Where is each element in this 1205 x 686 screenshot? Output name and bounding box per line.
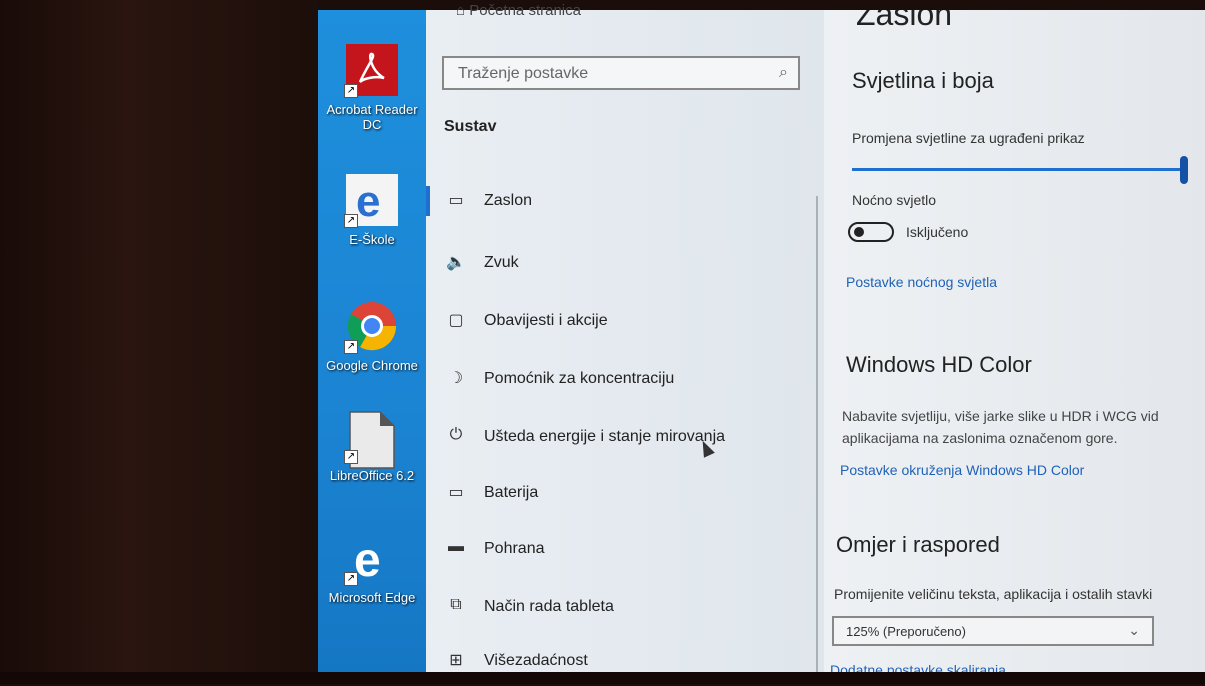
scale-label: Promijenite veličinu teksta, aplikacija … [834, 586, 1153, 602]
speaker-icon: 🔈 [446, 254, 466, 271]
night-light-state: Isključeno [906, 224, 969, 240]
monitor-bezel [0, 0, 318, 684]
nav-item-label: Višezadaćnost [484, 652, 588, 669]
desktop-icon-label: Google Chrome [326, 358, 418, 373]
brightness-slider-thumb[interactable] [1180, 156, 1188, 184]
scale-dropdown[interactable]: 125% (Preporučeno) ⌄ [832, 616, 1154, 646]
tablet-icon: ⧉ [450, 596, 462, 613]
multitask-icon: ⊞ [449, 652, 463, 669]
nav-item-tablet[interactable]: ⧉ Način rada tableta [426, 584, 824, 632]
nav-item-label: Zaslon [484, 192, 533, 209]
pane-divider [816, 196, 818, 672]
nav-section-title: Sustav [444, 118, 497, 135]
nav-item-zvuk[interactable]: 🔈 Zvuk [426, 240, 824, 288]
desktop: ↗ Acrobat Reader DC e ↗ E-Škole ↗ Google… [318, 10, 426, 672]
nav-item-ustеda-energije[interactable]: ⏻ Ušteda energije i stanje mirovanja [426, 414, 824, 462]
hdr-description-2: aplikacijama na zaslonima označenom gore… [842, 430, 1118, 446]
edge-icon: e ↗ [344, 532, 398, 587]
monitor-bezel-bottom [0, 672, 1205, 684]
desktop-icon-chrome[interactable]: ↗ Google Chrome [318, 300, 426, 373]
nav-item-label: Obavijesti i akcije [484, 312, 608, 329]
nav-item-label: Pomoćnik za koncentraciju [484, 370, 675, 387]
night-light-label: Noćno svjetlo [852, 192, 937, 208]
search-placeholder: Traženje postavke [458, 65, 589, 82]
search-input[interactable]: Traženje postavke ⌕ [442, 56, 800, 90]
night-light-toggle[interactable] [848, 222, 894, 242]
svg-text:e: e [356, 177, 380, 226]
brightness-label: Promjena svjetline za ugrađeni prikaz [852, 130, 1085, 146]
settings-nav: ⌂ Početna stranica Traženje postavke ⌕ S… [426, 2, 824, 672]
nav-item-label: Ušteda energije i stanje mirovanja [484, 428, 726, 445]
desktop-icon-label: Microsoft Edge [328, 590, 416, 605]
hdr-settings-link[interactable]: Postavke okruženja Windows HD Color [840, 462, 1084, 478]
night-light-settings-link[interactable]: Postavke noćnog svjetla [846, 274, 997, 290]
scale-heading: Omjer i raspored [836, 532, 1000, 557]
chevron-down-icon: ⌄ [1128, 622, 1140, 638]
desktop-icon-label: Acrobat Reader DC [326, 102, 418, 132]
display-icon: ▭ [448, 192, 464, 209]
nav-home[interactable]: ⌂ Početna stranica [456, 2, 581, 19]
brightness-heading: Svjetlina i boja [852, 68, 994, 93]
home-icon: ⌂ [456, 2, 466, 19]
nav-item-label: Baterija [484, 484, 539, 501]
hdr-heading: Windows HD Color [846, 352, 1032, 377]
nav-item-label: Pohrana [484, 540, 545, 557]
desktop-icon-label: E-Škole [349, 232, 395, 247]
brightness-slider-track[interactable] [852, 168, 1184, 171]
nav-item-baterija[interactable]: ▭ Baterija [426, 470, 824, 518]
nav-item-koncentracija[interactable]: ☽ Pomoćnik za koncentraciju [426, 356, 824, 404]
battery-icon: ▭ [448, 484, 464, 501]
hdr-description-1: Nabavite svjetliju, više jarke slike u H… [842, 408, 1159, 424]
desktop-icon-label: LibreOffice 6.2 [329, 468, 415, 483]
libreoffice-icon: ↗ [344, 410, 398, 469]
moon-icon: ☽ [448, 370, 464, 387]
nav-item-zaslon[interactable]: ▭ Zaslon [426, 178, 824, 226]
storage-icon: ▬ [448, 538, 464, 555]
nav-item-label: Zvuk [484, 254, 519, 271]
scale-value: 125% (Preporučeno) [846, 624, 966, 639]
edge-legacy-icon: e ↗ [344, 174, 398, 228]
desktop-icon-edge[interactable]: e ↗ Microsoft Edge [318, 532, 426, 605]
active-indicator [426, 186, 430, 216]
desktop-icon-eskole[interactable]: e ↗ E-Škole [318, 174, 426, 247]
settings-content: Zaslon Svjetlina i boja Promjena svjetli… [824, 10, 1205, 672]
notification-icon: ▢ [448, 312, 464, 329]
page-title: Zaslon [856, 10, 953, 32]
power-icon: ⏻ [449, 426, 463, 443]
nav-home-label: Početna stranica [469, 2, 581, 19]
search-icon: ⌕ [779, 64, 788, 81]
desktop-icon-libreoffice[interactable]: ↗ LibreOffice 6.2 [318, 410, 426, 483]
acrobat-icon: ↗ [344, 44, 398, 98]
svg-text:e: e [354, 534, 381, 584]
advanced-scaling-link[interactable]: Dodatne postavke skaliranja [830, 662, 1006, 672]
nav-item-obavijesti[interactable]: ▢ Obavijesti i akcije [426, 298, 824, 346]
toggle-knob [854, 227, 864, 237]
chrome-icon: ↗ [344, 300, 398, 354]
nav-item-label: Način rada tableta [484, 598, 614, 615]
nav-item-pohrana[interactable]: ▬ Pohrana [426, 526, 824, 574]
desktop-icon-acrobat[interactable]: ↗ Acrobat Reader DC [318, 44, 426, 132]
